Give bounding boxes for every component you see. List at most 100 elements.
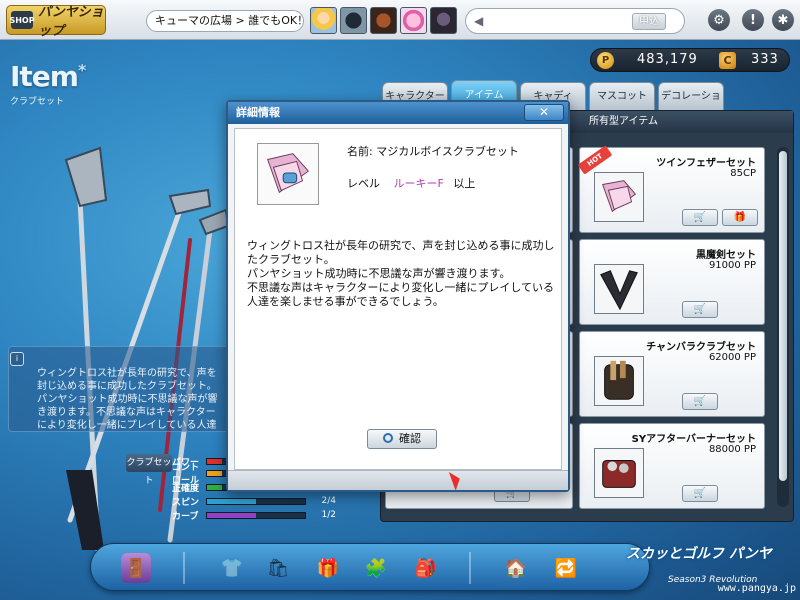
speaker-icon: ◀ — [474, 14, 484, 28]
cookie-point-icon: C — [719, 52, 736, 69]
dialog-body: 名前: マジカルボイスクラブセット レベル ルーキーF 以上 ウィングトロス社が… — [234, 128, 562, 470]
stats-label: クラブセット — [126, 454, 172, 486]
cart-button[interactable]: 🛒 — [682, 209, 718, 226]
item-description-panel: ウィングトロス社が長年の研究で、声を封じ込める事に成功したクラブセット。パンヤシ… — [8, 346, 230, 432]
item-price: 62000 PP — [708, 352, 756, 363]
page-title-text: Item — [10, 60, 79, 93]
stat-bar-fill — [207, 512, 256, 518]
cart-button[interactable]: 🛒 — [682, 301, 718, 318]
level-suffix: 以上 — [453, 177, 476, 190]
item-thumbnail — [594, 356, 644, 406]
stat-name: カーブ — [172, 511, 199, 522]
confirm-button[interactable]: 確認 — [367, 429, 437, 449]
stat-row: スピン 2/4 — [172, 495, 336, 508]
currency-display: P 483,179 C 333 — [590, 48, 790, 72]
avatar[interactable] — [340, 7, 367, 34]
level-value: ルーキーF — [393, 177, 444, 190]
gift-icon[interactable]: 🎁 — [313, 553, 343, 583]
pang-value: 483,179 — [637, 52, 698, 67]
puzzle-icon[interactable]: 🧩 — [361, 553, 391, 583]
stat-bar-fill — [207, 498, 256, 504]
stat-value: 1/2 — [321, 510, 336, 520]
alert-icon[interactable]: ! — [742, 9, 764, 31]
brand-logo: スカッとゴルフ パンヤ Season3 Revolution www.pangy… — [618, 535, 800, 600]
item-level-line: レベル ルーキーF 以上 — [347, 175, 475, 191]
cart-button[interactable]: 🛒 — [682, 393, 718, 410]
close-button[interactable]: ✕ — [524, 104, 564, 121]
scroll-thumb[interactable] — [779, 151, 787, 481]
avatar[interactable] — [310, 7, 337, 34]
item-price: 88000 PP — [708, 444, 756, 455]
shop-item-card[interactable]: SYアフターバーナーセット 88000 PP 🛒 — [579, 423, 765, 509]
top-bar: SHOP パンヤショップ キューマの広場 > 誰でもOK！2 ◀ 申込 ⚙ ! … — [0, 0, 800, 40]
chat-input[interactable]: ◀ 申込 — [465, 8, 685, 34]
apply-button[interactable]: 申込 — [632, 13, 666, 30]
name-value: マジカルボイスクラブセット — [376, 145, 519, 158]
stat-bar — [206, 497, 306, 505]
avatar[interactable] — [430, 7, 457, 34]
hot-badge: HOT — [577, 145, 613, 175]
lobby-breadcrumb[interactable]: キューマの広場 > 誰でもOK！2 — [146, 10, 304, 32]
shop-logo[interactable]: SHOP パンヤショップ — [6, 5, 106, 39]
avatar[interactable] — [400, 7, 427, 34]
dialog-footer — [228, 470, 568, 490]
shop-item-card[interactable]: 黒魔剣セット 91000 PP 🛒 — [579, 239, 765, 325]
item-name: 黒魔剣セット — [696, 250, 756, 261]
shop-item-card[interactable]: チャンバラクラブセット 62000 PP 🛒 — [579, 331, 765, 417]
dock-divider — [469, 552, 471, 584]
settings-gear-icon[interactable]: ⚙ — [708, 9, 730, 31]
item-name: SYアフターバーナーセット — [631, 434, 756, 445]
stat-value: 2/4 — [321, 496, 336, 506]
stat-bar — [206, 511, 306, 519]
options-icon[interactable]: ✱ — [772, 9, 794, 31]
confirm-icon — [383, 433, 393, 443]
shop-item-card[interactable]: HOT ツインフェザーセット 85CP 🛒 🎁 — [577, 145, 765, 233]
stat-bar-fill — [207, 470, 222, 476]
gift-button[interactable]: 🎁 — [722, 209, 758, 226]
house-icon[interactable]: 🏠 — [501, 553, 531, 583]
stat-bar-fill — [207, 458, 222, 464]
tab-decoration[interactable]: デコレーション — [658, 82, 724, 130]
dialog-title: 詳細情報 — [228, 102, 568, 124]
stat-bar-fill — [207, 484, 222, 490]
trade-icon[interactable]: 🔁 — [551, 553, 581, 583]
item-thumbnail — [257, 143, 319, 205]
item-name-line: 名前: マジカルボイスクラブセット — [347, 145, 519, 158]
shop-logo-text: パンヤショップ — [38, 5, 104, 39]
item-thumbnail — [594, 264, 644, 314]
player-avatars — [310, 7, 457, 34]
cart-button[interactable]: 🛒 — [682, 485, 718, 502]
locker-icon[interactable]: 👕 — [217, 553, 247, 583]
dock-divider — [183, 552, 185, 584]
name-label: 名前 — [347, 145, 369, 158]
tab-mascot[interactable]: マスコット — [589, 82, 655, 110]
shop-scrollbar[interactable] — [777, 147, 789, 507]
bottom-dock: 🚪 👕 🛍 🎁 🧩 🎒 🏠 🔁 — [90, 543, 650, 591]
page-subtitle: クラブセット — [10, 97, 65, 107]
shop-logo-badge: SHOP — [9, 11, 35, 29]
avatar[interactable] — [370, 7, 397, 34]
item-name: ツインフェザーセット — [656, 158, 756, 169]
item-description: ウィングトロス社が長年の研究で、声を封じ込める事に成功したクラブセット。 パンヤ… — [247, 239, 555, 308]
stat-name: 正確度 — [172, 483, 200, 494]
page-title: Item* — [10, 60, 86, 93]
item-name: チャンバラクラブセット — [646, 342, 756, 353]
item-price: 91000 PP — [708, 260, 756, 271]
stat-row: カーブ 1/2 — [172, 509, 336, 522]
detail-dialog: 詳細情報 ✕ 名前: マジカルボイスクラブセット レベル ルーキーF 以上 ウィ… — [226, 100, 570, 492]
level-label: レベル — [347, 177, 380, 190]
page-title-star: * — [77, 60, 86, 80]
brand-name: スカッとゴルフ パンヤ — [626, 546, 772, 562]
exit-icon[interactable]: 🚪 — [121, 553, 151, 583]
confirm-label: 確認 — [399, 432, 421, 445]
shop-icon[interactable]: 🛍 — [263, 553, 293, 583]
item-thumbnail — [594, 172, 644, 222]
item-price: 85CP — [730, 168, 756, 179]
info-icon: i — [10, 352, 24, 366]
stat-name: スピン — [172, 497, 200, 508]
cookie-point-value: 333 — [751, 52, 779, 67]
pang-coin-icon: P — [597, 52, 614, 69]
item-thumbnail — [594, 448, 644, 498]
brand-url: www.pangya.jp — [717, 583, 796, 594]
bag-icon[interactable]: 🎒 — [411, 553, 441, 583]
